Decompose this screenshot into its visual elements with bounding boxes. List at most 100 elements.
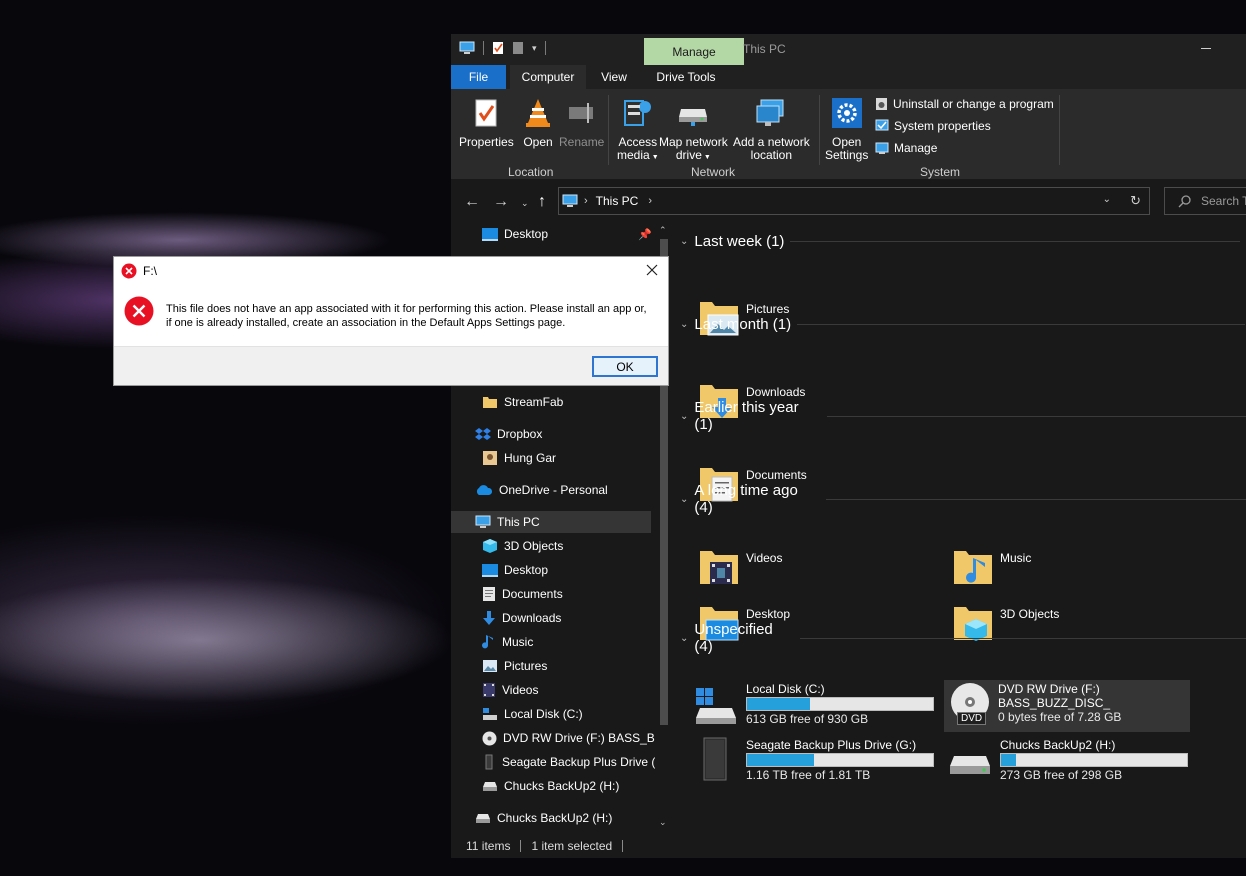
tab-view[interactable]: View xyxy=(590,65,638,89)
access-media-button[interactable]: Access media ▼ xyxy=(617,95,659,164)
up-arrow-icon[interactable]: ↑ xyxy=(538,193,546,211)
drive-usage-bar xyxy=(746,697,934,711)
external-drive-icon xyxy=(692,736,740,788)
nav-item-downloads[interactable]: Downloads xyxy=(482,607,655,629)
drive-icon xyxy=(482,780,498,792)
drive-chucks-backup-h[interactable]: Chucks BackUp2 (H:) 273 GB free of 298 G… xyxy=(946,736,1192,788)
properties-qat-icon[interactable] xyxy=(492,41,504,55)
file-explorer-window: ▾ Manage This PC File Computer View Driv… xyxy=(451,34,1246,858)
drive-name: DVD RW Drive (F:) xyxy=(998,682,1100,696)
uninstall-program-button[interactable]: Uninstall or change a program xyxy=(875,97,1054,111)
drive-local-disk-c[interactable]: Local Disk (C:) 613 GB free of 930 GB xyxy=(692,680,938,732)
nav-item-chucks-backup[interactable]: Chucks BackUp2 (H:) xyxy=(482,775,655,797)
nav-item-documents[interactable]: Documents xyxy=(482,583,655,605)
nav-item-chucks-backup-2[interactable]: Chucks BackUp2 (H:) xyxy=(475,807,655,829)
ribbon: Properties Open Rename Location Access m… xyxy=(451,89,1246,179)
folder-videos[interactable]: Videos xyxy=(698,546,782,588)
scroll-up-icon[interactable]: ⌃ xyxy=(659,225,667,236)
item-count: 11 items xyxy=(466,839,511,853)
external-drive-icon xyxy=(482,754,496,770)
manage-computer-button[interactable]: Manage xyxy=(875,141,937,155)
error-icon xyxy=(124,296,154,326)
nav-item-local-disk[interactable]: Local Disk (C:) xyxy=(482,703,655,725)
folder-icon xyxy=(482,395,498,409)
scroll-down-icon[interactable]: ⌄ xyxy=(659,817,667,828)
manage-context-tab[interactable]: Manage xyxy=(644,38,744,65)
open-settings-button[interactable]: Open Settings xyxy=(825,95,868,162)
manage-icon xyxy=(875,141,889,155)
collapse-chevron-icon: ⌄ xyxy=(680,319,689,330)
pin-icon[interactable]: 📌 xyxy=(638,228,652,241)
nav-item-this-pc[interactable]: This PC xyxy=(451,511,651,533)
drive-dvd-f[interactable]: DVD DVD RW Drive (F:) BASS_BUZZ_DISC_ 0 … xyxy=(944,680,1190,732)
system-properties-button[interactable]: System properties xyxy=(875,119,991,133)
tab-computer[interactable]: Computer xyxy=(510,65,586,89)
nav-item-dvd-drive[interactable]: DVD RW Drive (F:) BASS_BUZZ xyxy=(482,727,655,749)
drive-name: Local Disk (C:) xyxy=(746,682,825,696)
nav-item-videos[interactable]: Videos xyxy=(482,679,655,701)
settings-gear-icon xyxy=(829,95,865,131)
vlc-cone-icon xyxy=(520,95,556,131)
add-network-location-button[interactable]: Add a network location xyxy=(733,95,810,162)
group-header-earlier-year[interactable]: ⌄ Earlier this year (1) xyxy=(680,399,1246,433)
close-icon[interactable] xyxy=(644,262,660,278)
group-header-last-month[interactable]: ⌄ Last month (1) xyxy=(680,316,1246,333)
group-label-location: Location xyxy=(508,165,554,179)
address-dropdown-icon[interactable]: ⌄ xyxy=(1103,194,1111,205)
content-pane: ⌄ Last week (1) Pictures ⌄ Last month (1… xyxy=(672,219,1246,834)
dialog-title-bar: F:\ xyxy=(114,257,668,285)
nav-item-onedrive[interactable]: OneDrive - Personal xyxy=(475,479,655,501)
group-label-system: System xyxy=(920,165,961,179)
dialog-body: This file does not have an app associate… xyxy=(114,285,668,347)
videos-folder-icon xyxy=(698,546,740,588)
collapse-chevron-icon: ⌄ xyxy=(680,236,689,247)
collapse-chevron-icon: ⌄ xyxy=(680,493,689,505)
drive-free-space: 613 GB free of 930 GB xyxy=(746,712,869,726)
properties-button[interactable]: Properties xyxy=(459,95,514,149)
nav-item-desktop-pinned[interactable]: Desktop 📌 xyxy=(482,223,652,245)
minimize-button[interactable] xyxy=(1201,48,1211,49)
map-network-drive-button[interactable]: Map network drive ▼ xyxy=(659,95,728,164)
this-pc-icon xyxy=(562,194,578,208)
nav-item-music[interactable]: Music xyxy=(482,631,655,653)
title-bar: ▾ Manage This PC xyxy=(451,34,1246,65)
group-header-unspecified[interactable]: ⌄ Unspecified (4) xyxy=(680,621,1246,655)
search-icon xyxy=(1178,194,1191,208)
back-arrow-icon[interactable]: ← xyxy=(464,193,480,211)
address-row: ← → ⌄ ↑ › This PC › ⌄ ↻ Search T xyxy=(451,185,1246,219)
search-input[interactable]: Search T xyxy=(1164,187,1246,215)
nav-item-pictures[interactable]: Pictures xyxy=(482,655,655,677)
nav-item-desktop[interactable]: Desktop xyxy=(482,559,655,581)
drive-seagate-g[interactable]: Seagate Backup Plus Drive (G:) 1.16 TB f… xyxy=(692,736,938,788)
properties-icon xyxy=(468,95,504,131)
recent-locations-chevron-icon[interactable]: ⌄ xyxy=(521,198,529,209)
download-arrow-icon xyxy=(482,610,496,626)
rename-button[interactable]: Rename xyxy=(559,95,604,149)
nav-item-streamfab[interactable]: StreamFab xyxy=(482,391,655,413)
group-header-last-week[interactable]: ⌄ Last week (1) xyxy=(680,233,1241,250)
media-icon xyxy=(620,95,656,131)
nav-item-dropbox[interactable]: Dropbox xyxy=(475,423,655,445)
open-button[interactable]: Open xyxy=(520,95,556,149)
new-folder-qat-icon[interactable] xyxy=(512,41,524,55)
group-header-long-ago[interactable]: ⌄ A long time ago (4) xyxy=(680,482,1246,516)
breadcrumb-this-pc[interactable]: This PC xyxy=(596,194,639,208)
tab-drive-tools[interactable]: Drive Tools xyxy=(644,65,728,89)
refresh-icon[interactable]: ↻ xyxy=(1130,193,1141,209)
cube-3d-icon xyxy=(482,538,498,554)
user-folder-icon xyxy=(482,450,498,466)
forward-arrow-icon[interactable]: → xyxy=(493,193,509,211)
dialog-title: F:\ xyxy=(143,264,157,278)
address-bar[interactable]: › This PC › ⌄ ↻ xyxy=(558,187,1150,215)
nav-item-seagate[interactable]: Seagate Backup Plus Drive (G xyxy=(482,751,655,773)
dvd-disc-icon: DVD xyxy=(944,680,992,732)
error-message: This file does not have an app associate… xyxy=(166,303,647,329)
folder-music[interactable]: Music xyxy=(952,546,1031,588)
ribbon-tabs: File Computer View Drive Tools xyxy=(451,65,1246,89)
group-label-network: Network xyxy=(691,165,736,179)
nav-item-hung-gar[interactable]: Hung Gar xyxy=(482,447,655,469)
tab-file[interactable]: File xyxy=(451,65,506,89)
ok-button[interactable]: OK xyxy=(592,356,658,377)
nav-item-3d-objects[interactable]: 3D Objects xyxy=(482,535,655,557)
customize-qat-icon[interactable]: ▾ xyxy=(532,43,537,54)
